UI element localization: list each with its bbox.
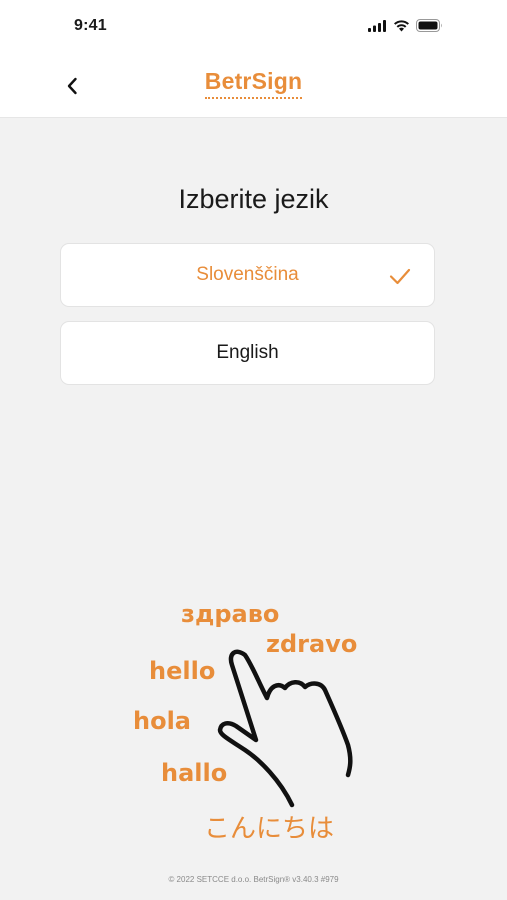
greetings-illustration: здраво zdravo hello hola hallo こんにちは <box>120 590 400 850</box>
status-time: 9:41 <box>74 17 107 34</box>
language-option-english[interactable]: English <box>60 321 435 385</box>
brand-name: BetrSign <box>204 68 303 99</box>
language-option-slovenscina[interactable]: Slovenščina <box>60 243 435 307</box>
status-bar: 9:41 <box>0 0 507 54</box>
footer-copyright: © 2022 SETCCE d.o.o. BetrSign® v3.40.3 #… <box>168 875 339 884</box>
status-icons <box>368 19 443 32</box>
pointing-hand-icon <box>217 649 353 808</box>
language-option-label: Slovenščina <box>196 264 299 285</box>
page-title: Izberite jezik <box>178 184 329 214</box>
brand-logo: BetrSign <box>0 68 507 99</box>
wifi-icon <box>394 19 409 31</box>
battery-icon <box>416 19 442 32</box>
language-option-label: English <box>216 342 279 363</box>
checkmark-icon <box>389 268 411 285</box>
cellular-signal-icon <box>368 19 386 32</box>
nav-bar: BetrSign <box>0 54 507 118</box>
